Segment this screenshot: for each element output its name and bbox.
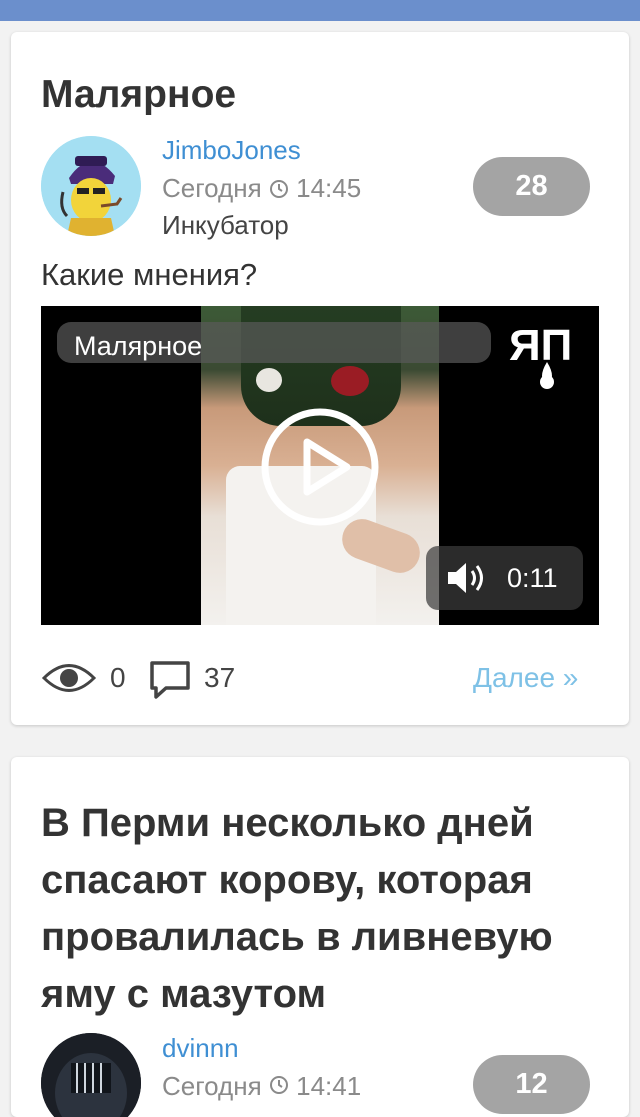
- clock-icon: [269, 1076, 288, 1094]
- post-date: Сегодня: [162, 1071, 262, 1101]
- post-time: Сегодня 14:45: [162, 173, 361, 204]
- site-logo: ЯП: [509, 321, 572, 389]
- post-date: Сегодня: [162, 173, 262, 203]
- video-player[interactable]: Малярное ЯП 0:11: [41, 306, 599, 625]
- post-card: В Перми несколько дней спасают корову, к…: [11, 757, 629, 1117]
- comments-count[interactable]: 37: [204, 662, 235, 694]
- post-title[interactable]: Малярное: [41, 72, 236, 118]
- post-title[interactable]: В Перми несколько дней спасают корову, к…: [41, 795, 581, 1023]
- post-clock-time: 14:41: [296, 1071, 362, 1101]
- author-avatar[interactable]: [41, 1033, 141, 1117]
- author-name[interactable]: dvinnn: [162, 1033, 239, 1064]
- volume-icon[interactable]: [446, 560, 490, 596]
- post-excerpt: Какие мнения?: [41, 257, 258, 292]
- video-title: Малярное: [74, 331, 203, 361]
- post-clock-time: 14:45: [296, 173, 362, 203]
- svg-text:ЯП: ЯП: [509, 321, 572, 370]
- views-count: 0: [110, 662, 126, 693]
- video-controls: 0:11: [426, 546, 583, 610]
- post-time: Сегодня 14:41: [162, 1071, 361, 1102]
- post-card: Малярное JimboJones Сегодня 14:45 Инкуба…: [11, 32, 629, 725]
- top-app-bar: [0, 0, 640, 21]
- author-name[interactable]: JimboJones: [162, 135, 301, 166]
- video-duration: 0:11: [507, 563, 558, 593]
- community-name[interactable]: Инкубатор: [162, 210, 289, 241]
- read-more-link[interactable]: Далее »: [473, 662, 578, 694]
- play-icon[interactable]: [259, 406, 381, 528]
- comment-icon[interactable]: [148, 658, 192, 700]
- clock-icon: [269, 180, 288, 198]
- author-avatar[interactable]: [41, 136, 141, 236]
- eye-icon: [41, 664, 97, 692]
- rating-badge: 12: [473, 1055, 590, 1114]
- rating-badge: 28: [473, 157, 590, 216]
